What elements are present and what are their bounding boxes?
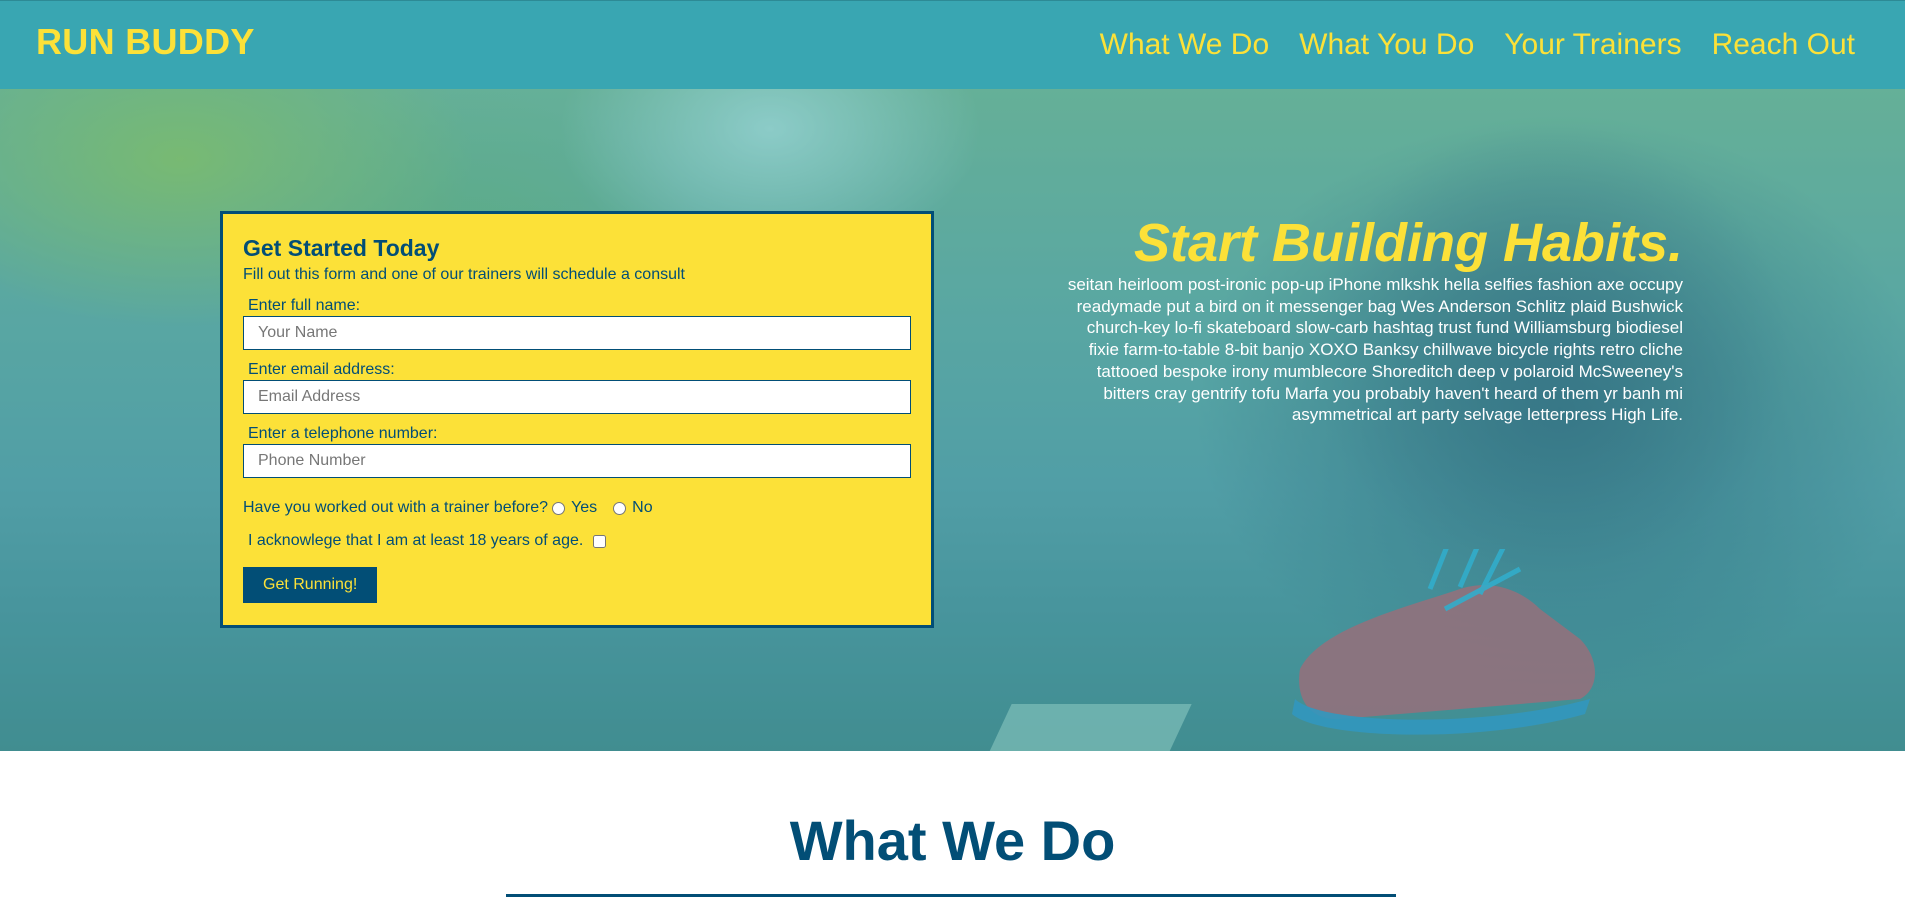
trainer-yes-label: Yes (571, 499, 598, 516)
email-input[interactable] (243, 380, 911, 414)
trainer-question-row: Have you worked out with a trainer befor… (243, 498, 911, 518)
trainer-no-label: No (632, 499, 653, 516)
what-we-do-heading: What We Do (789, 809, 1116, 872)
get-running-button[interactable]: Get Running! (243, 567, 378, 603)
form-title: Get Started Today (243, 235, 440, 261)
name-label: Enter full name: (248, 297, 361, 314)
hero-body: seitan heirloom post-ironic pop-up iPhon… (1067, 275, 1683, 425)
trainer-no-radio[interactable] (613, 501, 627, 515)
main-nav: What We Do What You Do Your Trainers Rea… (1100, 27, 1855, 63)
nav-link-what-we-do[interactable]: What We Do (1100, 27, 1270, 63)
signup-form: Get Started Today Fill out this form and… (220, 211, 934, 628)
name-input[interactable] (243, 316, 911, 350)
site-logo[interactable]: RUN BUDDY (36, 21, 255, 63)
hero-title: Start Building Habits. (1133, 213, 1683, 273)
form-subtitle: Fill out this form and one of our traine… (243, 266, 685, 283)
trainer-question-label: Have you worked out with a trainer befor… (243, 499, 549, 516)
age-acknowledge-checkbox[interactable] (593, 534, 607, 548)
nav-link-what-you-do[interactable]: What You Do (1299, 27, 1474, 63)
email-label: Enter email address: (248, 361, 395, 378)
phone-input[interactable] (243, 444, 911, 478)
nav-link-your-trainers[interactable]: Your Trainers (1504, 27, 1681, 63)
trainer-yes-radio[interactable] (552, 501, 566, 515)
phone-label: Enter a telephone number: (248, 425, 438, 442)
age-acknowledge-row: I acknowlege that I am at least 18 years… (248, 531, 911, 551)
nav-link-reach-out[interactable]: Reach Out (1712, 27, 1855, 63)
hero-text: Start Building Habits. seitan heirloom p… (1040, 212, 1683, 426)
site-header: RUN BUDDY What We Do What You Do Your Tr… (0, 0, 1905, 89)
section-divider (506, 894, 1396, 897)
age-acknowledge-label: I acknowlege that I am at least 18 years… (248, 532, 584, 549)
